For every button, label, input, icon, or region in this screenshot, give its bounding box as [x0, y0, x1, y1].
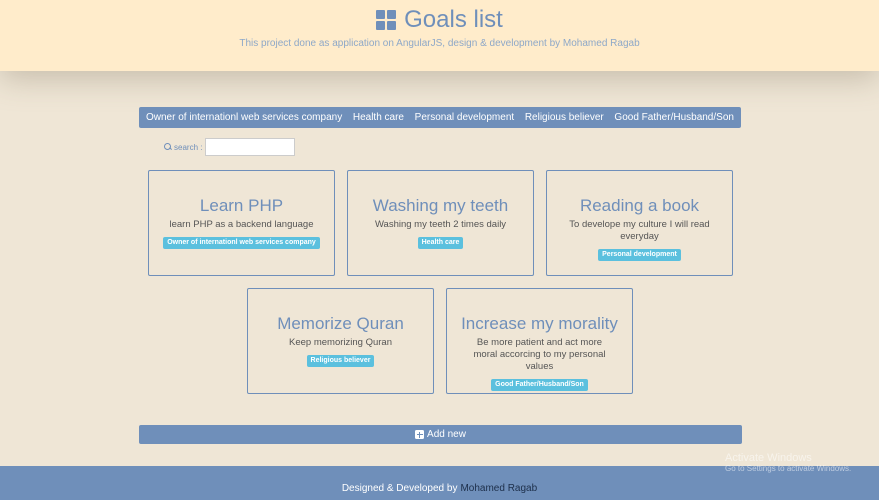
goal-description: Be more patient and act more moral accor… [473, 337, 606, 372]
add-new-button[interactable]: Add new [139, 425, 742, 444]
th-large-icon [376, 10, 397, 30]
goal-card: Increase my morality Be more patient and… [446, 288, 633, 394]
goal-title: Washing my teeth [372, 196, 509, 215]
activation-watermark: Activate Windows Go to Settings to activ… [725, 452, 851, 473]
author-link[interactable]: Mohamed Ragab [460, 483, 537, 494]
goal-card: Reading a book To develope my culture I … [546, 170, 733, 276]
search-label-wrap: search : [164, 143, 202, 152]
search-icon [164, 143, 172, 151]
goal-description: To develope my culture I will read every… [569, 219, 710, 242]
goal-description: Washing my teeth 2 times daily [374, 219, 507, 230]
nav-item-good-father[interactable]: Good Father/Husband/Son [614, 112, 734, 123]
goal-card: Washing my teeth Washing my teeth 2 time… [347, 170, 534, 276]
search-input[interactable] [205, 138, 296, 156]
goal-category-badge: Personal development [598, 249, 681, 261]
goal-category-badge: Owner of internationl web services compa… [163, 237, 320, 249]
goal-title: Reading a book [579, 196, 700, 215]
footer-text: Designed & Developed by [341, 482, 458, 494]
goal-card: Learn PHP learn PHP as a backend languag… [148, 170, 335, 276]
page-title: Goals list [404, 6, 503, 33]
title-row: Goals list [0, 6, 879, 34]
search-label: search : [174, 142, 203, 152]
goal-card: Memorize Quran Keep memorizing Quran Rel… [247, 288, 434, 394]
goal-title: Memorize Quran [277, 314, 404, 333]
goal-category-badge: Religious believer [306, 355, 375, 367]
page-header: Goals list This project done as applicat… [0, 0, 879, 71]
goal-title: Increase my morality [461, 314, 618, 333]
category-nav: Owner of internationl web services compa… [139, 107, 741, 128]
goal-description: Keep memorizing Quran [289, 337, 392, 348]
nav-item-religious-believer[interactable]: Religious believer [525, 112, 604, 123]
search-bar: search : [164, 138, 296, 156]
nav-item-personal-development[interactable]: Personal development [415, 112, 515, 123]
goal-category-badge: Health care [417, 237, 464, 249]
page-subtitle: This project done as application on Angu… [239, 38, 640, 49]
watermark-subtitle: Go to Settings to activate Windows. [725, 464, 852, 473]
goal-category-badge: Good Father/Husband/Son [491, 379, 588, 391]
goal-title: Learn PHP [199, 196, 284, 215]
nav-item-web-services[interactable]: Owner of internationl web services compa… [146, 112, 342, 123]
goal-description: learn PHP as a backend language [169, 219, 314, 230]
watermark-title: Activate Windows [725, 452, 812, 464]
add-new-label: Add new [427, 429, 466, 440]
plus-square-icon [415, 430, 425, 439]
nav-item-health-care[interactable]: Health care [353, 112, 404, 123]
